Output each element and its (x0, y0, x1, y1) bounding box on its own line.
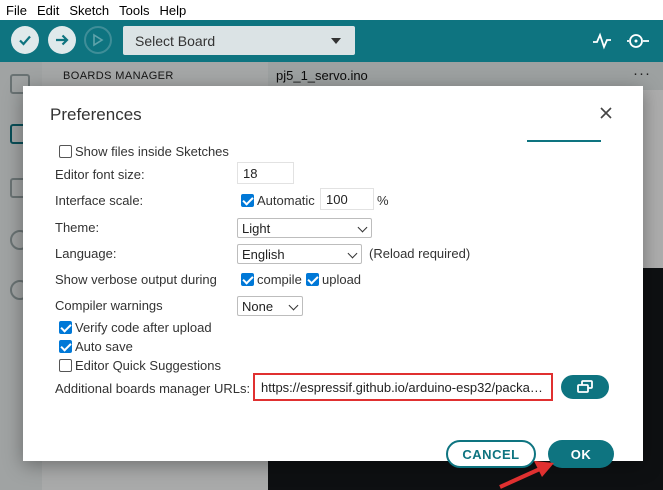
board-select[interactable]: Select Board (123, 26, 355, 55)
automatic-label: Automatic (257, 193, 315, 208)
compile-label: compile (257, 272, 302, 287)
verbose-upload-option[interactable]: upload (306, 272, 361, 287)
quick-suggestions-checkbox[interactable] (59, 359, 72, 372)
window-restore-icon (577, 380, 593, 393)
upload-checkbox[interactable] (306, 273, 319, 286)
auto-save-option[interactable]: Auto save (59, 339, 133, 354)
upload-label: upload (322, 272, 362, 287)
language-note: (Reload required) (369, 246, 471, 261)
arrow-right-icon (56, 34, 69, 46)
theme-label: Theme: (55, 220, 100, 235)
verbose-label: Show verbose output during (55, 272, 217, 287)
editor-font-size-label: Editor font size: (55, 167, 145, 182)
menu-file[interactable]: File (6, 3, 27, 18)
debug-icon (93, 33, 104, 47)
verbose-compile-option[interactable]: compile (241, 272, 302, 287)
compiler-warnings-select[interactable]: None (237, 296, 303, 316)
menu-help[interactable]: Help (159, 3, 186, 18)
serial-monitor-icon (627, 34, 649, 48)
boards-urls-input[interactable]: https://espressif.github.io/arduino-esp3… (253, 373, 553, 401)
chevron-down-icon (331, 38, 341, 44)
chevron-down-icon (347, 248, 358, 259)
quick-suggestions-option[interactable]: Editor Quick Suggestions (59, 358, 221, 373)
language-label: Language: (55, 246, 117, 261)
show-files-label: Show files inside Sketches (75, 144, 229, 159)
verify-after-upload-checkbox[interactable] (59, 321, 72, 334)
serial-monitor-button[interactable] (626, 29, 650, 53)
check-icon (19, 35, 31, 46)
auto-save-label: Auto save (75, 339, 133, 354)
compiler-warnings-label: Compiler warnings (55, 298, 163, 313)
show-files-checkbox[interactable] (59, 145, 72, 158)
verify-after-upload-label: Verify code after upload (75, 320, 212, 335)
serial-plotter-icon (593, 32, 611, 50)
menu-bar: File Edit Sketch Tools Help (0, 0, 663, 20)
language-value: English (242, 246, 285, 262)
interface-scale-label: Interface scale: (55, 193, 144, 208)
chevron-down-icon (288, 300, 299, 311)
toolbar: Select Board (0, 20, 663, 62)
interface-scale-unit: % (377, 193, 389, 208)
boards-urls-label: Additional boards manager URLs: (55, 381, 251, 396)
language-select[interactable]: English (237, 244, 362, 264)
chevron-down-icon (357, 222, 368, 233)
editor-font-size-input[interactable]: 18 (237, 162, 294, 184)
open-urls-editor-button[interactable] (561, 375, 609, 399)
preferences-dialog: Preferences Show files inside Sketches E… (23, 86, 643, 468)
menu-tools[interactable]: Tools (119, 3, 149, 18)
dialog-title: Preferences (50, 105, 142, 124)
board-select-label: Select Board (135, 32, 216, 49)
theme-value: Light (242, 220, 271, 236)
serial-plotter-button[interactable] (590, 29, 614, 53)
compile-checkbox[interactable] (241, 273, 254, 286)
automatic-checkbox[interactable] (241, 194, 254, 207)
quick-suggestions-label: Editor Quick Suggestions (75, 358, 221, 373)
menu-edit[interactable]: Edit (37, 3, 59, 18)
annotation-arrow-icon (499, 461, 554, 489)
theme-select[interactable]: Light (237, 218, 372, 238)
menu-sketch[interactable]: Sketch (69, 3, 109, 18)
close-button[interactable] (597, 104, 615, 122)
tab-indicator (527, 140, 601, 142)
compiler-warnings-value: None (242, 298, 274, 314)
debug-button[interactable] (84, 26, 112, 54)
upload-button[interactable] (48, 26, 76, 54)
close-icon (600, 107, 612, 119)
show-files-option[interactable]: Show files inside Sketches (59, 144, 229, 159)
verify-button[interactable] (11, 26, 39, 54)
verify-after-upload-option[interactable]: Verify code after upload (59, 320, 212, 335)
interface-scale-input[interactable]: 100 (320, 188, 374, 210)
auto-save-checkbox[interactable] (59, 340, 72, 353)
interface-scale-automatic[interactable]: Automatic (241, 193, 315, 208)
